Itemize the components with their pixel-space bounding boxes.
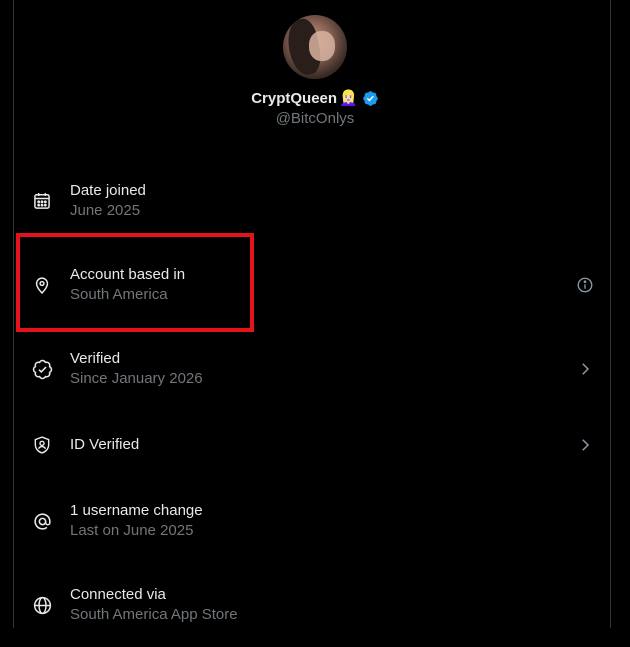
username-handle: @BitcOnlys — [275, 110, 355, 127]
location-pin-icon — [30, 273, 54, 297]
id-shield-icon — [30, 433, 54, 457]
row-label: Verified — [70, 350, 121, 367]
display-name: CryptQueen — [251, 89, 338, 107]
display-name-row: CryptQueen 👱🏻‍♀️ — [0, 89, 630, 107]
row-value: Last on June 2025 — [70, 522, 194, 539]
row-id-verified[interactable]: ID Verified — [13, 403, 611, 487]
row-label: 1 username change — [70, 502, 203, 519]
row-value: South America App Store — [70, 606, 238, 623]
row-username-change: 1 username change Last on June 2025 — [13, 479, 611, 563]
row-verified[interactable]: Verified Since January 2026 — [13, 327, 611, 411]
at-sign-icon — [30, 509, 54, 533]
row-value: Since January 2026 — [70, 370, 203, 387]
globe-icon — [30, 593, 54, 617]
verified-badge-outline-icon — [30, 357, 54, 381]
row-date-joined: Date joined June 2025 — [13, 159, 611, 243]
row-account-based-in: Account based in South America — [13, 243, 611, 327]
chevron-right-icon[interactable] — [575, 435, 595, 455]
row-label: ID Verified — [70, 436, 140, 453]
row-connected-via: Connected via South America App Store — [13, 563, 611, 647]
profile-header: CryptQueen 👱🏻‍♀️ @BitcOnlys — [0, 15, 630, 127]
row-value: South America — [70, 286, 168, 303]
row-label: Account based in — [70, 266, 186, 283]
calendar-icon — [30, 189, 54, 213]
avatar[interactable] — [283, 15, 347, 79]
verified-badge-icon[interactable] — [362, 90, 379, 107]
emoji: 👱🏻‍♀️ — [339, 90, 358, 107]
row-label: Connected via — [70, 586, 166, 603]
row-label: Date joined — [70, 182, 146, 199]
chevron-right-icon[interactable] — [575, 359, 595, 379]
info-icon[interactable] — [575, 275, 595, 295]
row-value: June 2025 — [70, 202, 141, 219]
